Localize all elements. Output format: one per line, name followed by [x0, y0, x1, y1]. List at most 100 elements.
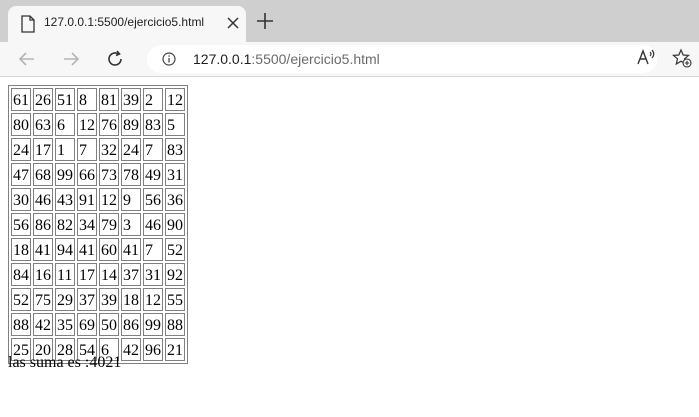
- table-cell: 21: [165, 338, 185, 361]
- number-table-body: 61 26 51 8 81 39 2 12 80 63 6 12 76 89 83 5 24 17 1 7 32 24 7 8…: [11, 88, 185, 361]
- table-cell: 60: [99, 238, 119, 261]
- table-cell: 26: [33, 88, 53, 111]
- table-cell: 63: [33, 113, 53, 136]
- table-cell: 66: [77, 163, 97, 186]
- table-cell: 42: [121, 338, 141, 361]
- forward-arrow-icon[interactable]: [62, 50, 80, 68]
- table-row: 30 46 43 91 12 9 56 36: [11, 188, 185, 211]
- table-cell: 68: [33, 163, 53, 186]
- table-cell: 9: [121, 188, 141, 211]
- table-cell: 90: [165, 213, 185, 236]
- table-cell: 76: [99, 113, 119, 136]
- info-icon[interactable]: [162, 52, 176, 66]
- table-cell: 61: [11, 88, 31, 111]
- browser-toolbar: 127.0.0.1:5500/ejercicio5.html: [0, 42, 699, 77]
- table-cell: 31: [143, 263, 163, 286]
- table-cell: 91: [77, 188, 97, 211]
- table-cell: 7: [77, 138, 97, 161]
- table-cell: 52: [11, 288, 31, 311]
- table-cell: 2: [143, 88, 163, 111]
- browser-tab[interactable]: 127.0.0.1:5500/ejercicio5.html: [8, 6, 246, 42]
- table-cell: 43: [55, 188, 75, 211]
- table-cell: 92: [165, 263, 185, 286]
- table-cell: 69: [77, 313, 97, 336]
- sum-result-text: las suma es :4021: [8, 354, 122, 371]
- table-cell: 34: [77, 213, 97, 236]
- url-path: :5500/ejercicio5.html: [251, 51, 380, 67]
- table-cell: 86: [121, 313, 141, 336]
- table-cell: 41: [121, 238, 141, 261]
- table-cell: 32: [99, 138, 119, 161]
- table-cell: 39: [121, 88, 141, 111]
- address-bar[interactable]: 127.0.0.1:5500/ejercicio5.html: [147, 45, 657, 73]
- table-row: 47 68 99 66 73 78 49 31: [11, 163, 185, 186]
- table-cell: 88: [11, 313, 31, 336]
- page-content: 61 26 51 8 81 39 2 12 80 63 6 12 76 89 83 5 24 17 1 7 32 24 7 8…: [0, 77, 699, 417]
- table-cell: 99: [55, 163, 75, 186]
- table-cell: 6: [55, 113, 75, 136]
- table-row: 80 63 6 12 76 89 83 5: [11, 113, 185, 136]
- table-cell: 84: [11, 263, 31, 286]
- table-cell: 47: [11, 163, 31, 186]
- table-cell: 75: [33, 288, 53, 311]
- table-cell: 14: [99, 263, 119, 286]
- table-cell: 36: [165, 188, 185, 211]
- table-cell: 24: [11, 138, 31, 161]
- table-cell: 30: [11, 188, 31, 211]
- table-cell: 31: [165, 163, 185, 186]
- table-cell: 37: [77, 288, 97, 311]
- table-row: 84 16 11 17 14 37 31 92: [11, 263, 185, 286]
- table-cell: 7: [143, 138, 163, 161]
- table-cell: 3: [121, 213, 141, 236]
- table-cell: 56: [143, 188, 163, 211]
- table-row: 18 41 94 41 60 41 7 52: [11, 238, 185, 261]
- table-cell: 7: [143, 238, 163, 261]
- table-cell: 46: [143, 213, 163, 236]
- table-cell: 79: [99, 213, 119, 236]
- table-row: 88 42 35 69 50 86 99 88: [11, 313, 185, 336]
- table-cell: 94: [55, 238, 75, 261]
- table-cell: 78: [121, 163, 141, 186]
- table-cell: 83: [143, 113, 163, 136]
- table-cell: 18: [11, 238, 31, 261]
- table-cell: 88: [165, 313, 185, 336]
- reload-icon[interactable]: [106, 50, 124, 68]
- table-cell: 35: [55, 313, 75, 336]
- table-cell: 46: [33, 188, 53, 211]
- table-row: 52 75 29 37 39 18 12 55: [11, 288, 185, 311]
- back-arrow-icon[interactable]: [18, 50, 36, 68]
- table-cell: 37: [121, 263, 141, 286]
- table-cell: 73: [99, 163, 119, 186]
- read-aloud-icon[interactable]: [636, 48, 656, 68]
- table-cell: 49: [143, 163, 163, 186]
- table-cell: 17: [33, 138, 53, 161]
- table-cell: 41: [33, 238, 53, 261]
- table-cell: 17: [77, 263, 97, 286]
- table-cell: 1: [55, 138, 75, 161]
- table-cell: 5: [165, 113, 185, 136]
- table-cell: 96: [143, 338, 163, 361]
- table-cell: 18: [121, 288, 141, 311]
- table-cell: 24: [121, 138, 141, 161]
- table-cell: 52: [165, 238, 185, 261]
- plus-icon[interactable]: [256, 12, 274, 30]
- table-cell: 11: [55, 263, 75, 286]
- table-cell: 55: [165, 288, 185, 311]
- url-text[interactable]: 127.0.0.1:5500/ejercicio5.html: [193, 51, 380, 67]
- close-icon[interactable]: [226, 16, 240, 30]
- table-cell: 51: [55, 88, 75, 111]
- page-icon: [21, 15, 35, 33]
- table-cell: 56: [11, 213, 31, 236]
- number-table: 61 26 51 8 81 39 2 12 80 63 6 12 76 89 83 5 24 17 1 7 32 24 7 8…: [8, 85, 188, 364]
- tab-strip: 127.0.0.1:5500/ejercicio5.html: [0, 0, 699, 42]
- table-cell: 12: [143, 288, 163, 311]
- table-cell: 81: [99, 88, 119, 111]
- table-cell: 8: [77, 88, 97, 111]
- table-cell: 12: [165, 88, 185, 111]
- url-host: 127.0.0.1: [193, 51, 252, 67]
- table-cell: 42: [33, 313, 53, 336]
- tab-title: 127.0.0.1:5500/ejercicio5.html: [44, 15, 205, 29]
- table-cell: 29: [55, 288, 75, 311]
- add-favorite-icon[interactable]: [672, 48, 692, 68]
- table-cell: 16: [33, 263, 53, 286]
